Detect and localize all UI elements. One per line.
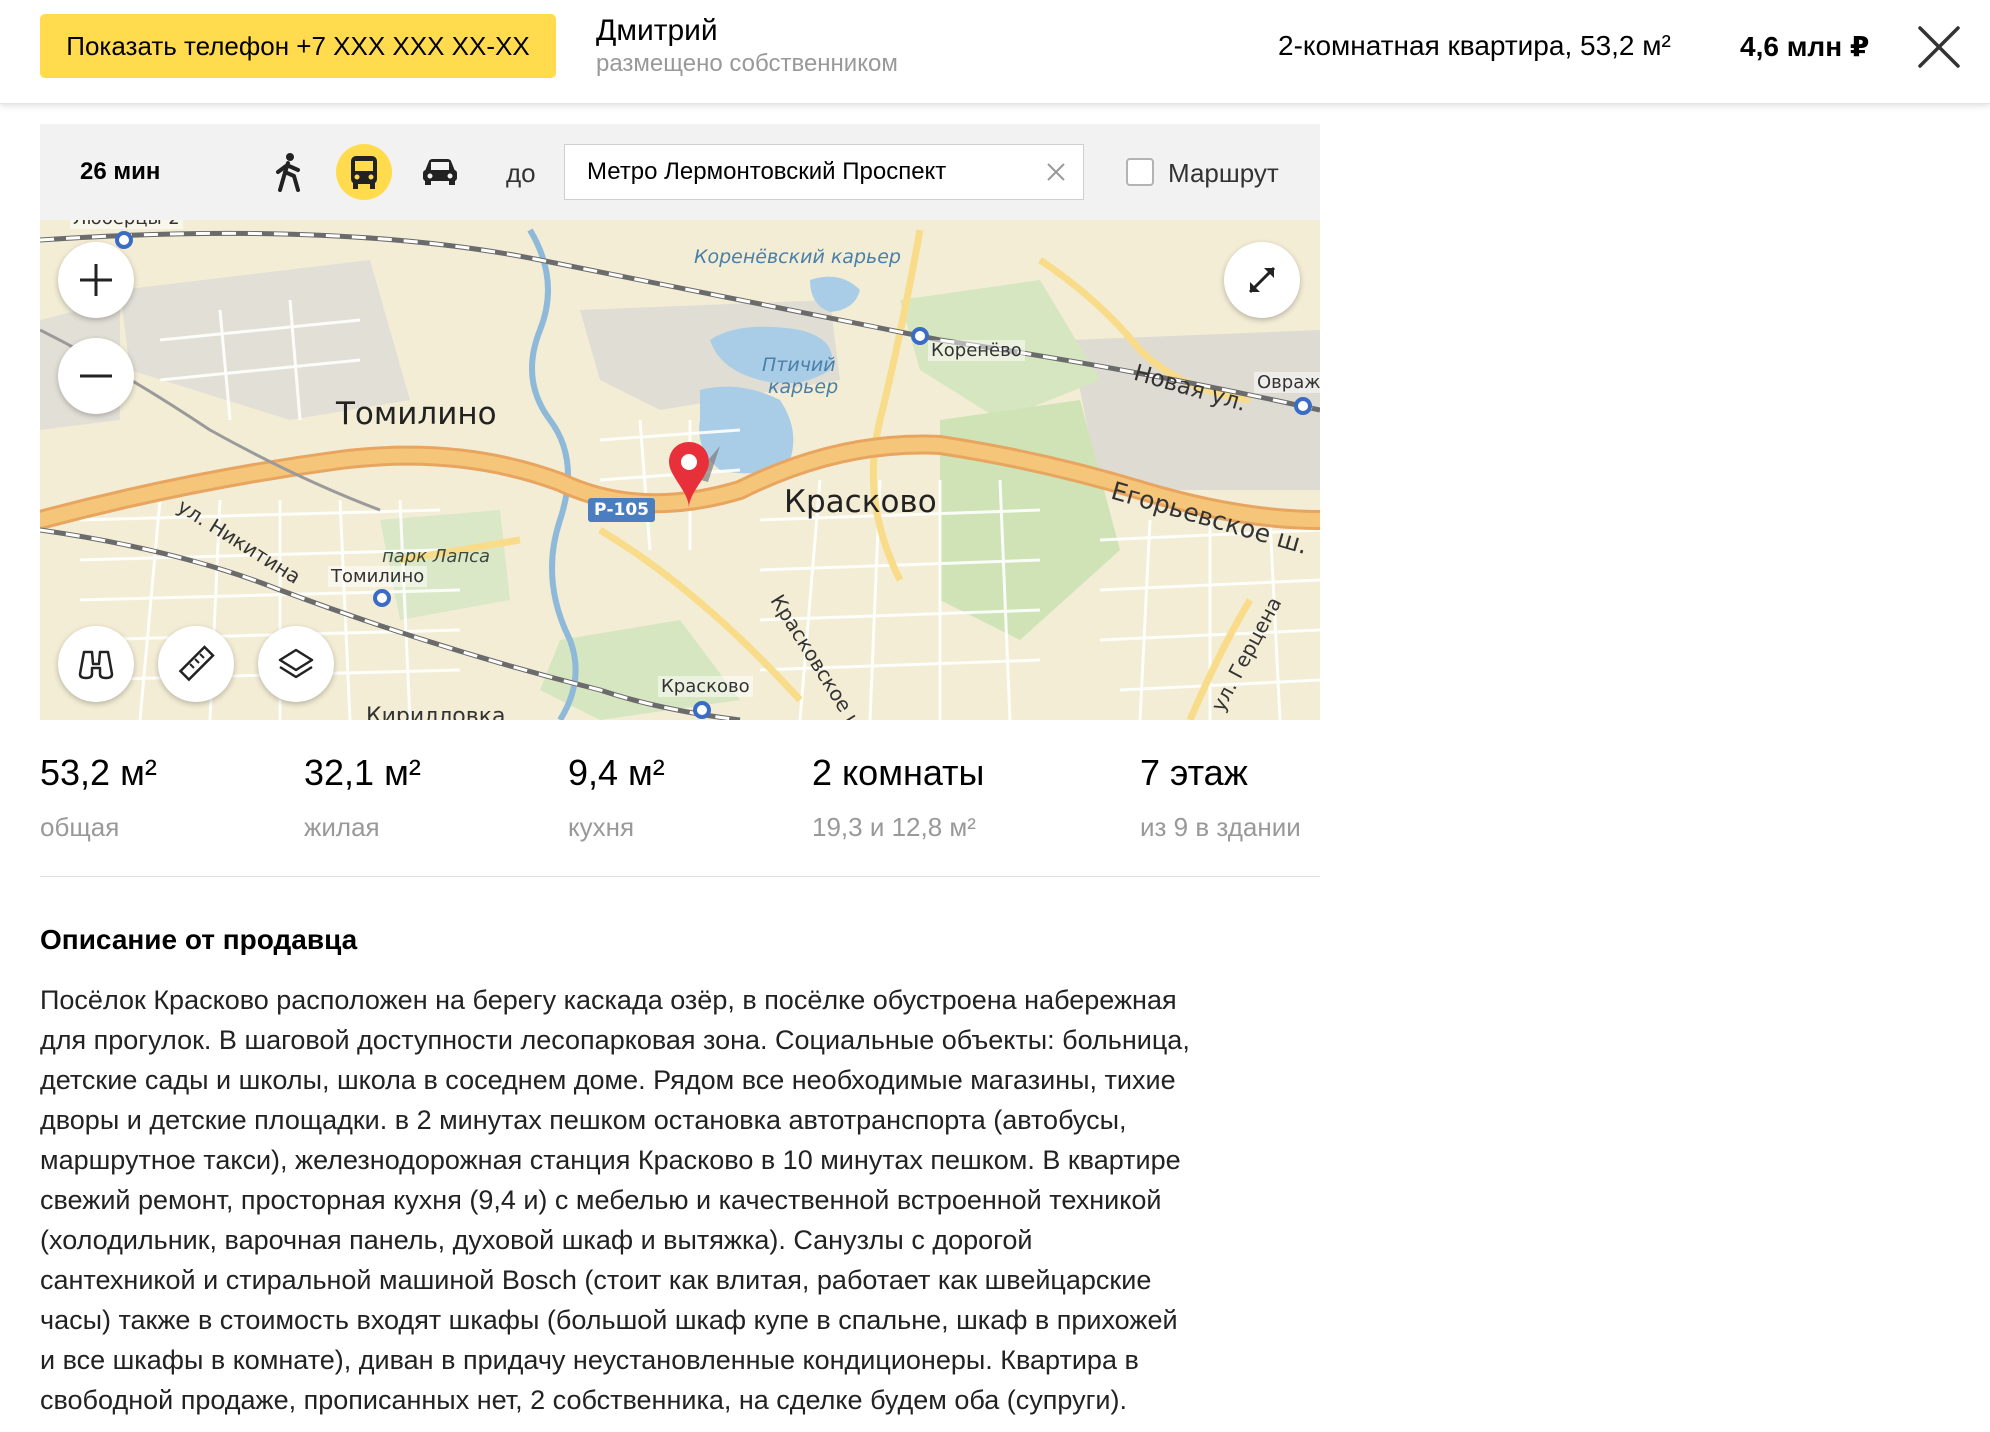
- description-line: (холодильник, варочная панель, духовой ш…: [40, 1225, 1033, 1255]
- stat-value: 2 комнаты: [812, 752, 985, 793]
- description-line: часы) также в стоимость входят шкафы (бо…: [40, 1305, 1178, 1335]
- clear-icon[interactable]: [1043, 159, 1069, 185]
- description-line: маршрутное такси), железнодорожная станц…: [40, 1145, 1181, 1175]
- seller-name: Дмитрий: [596, 14, 718, 47]
- destination-value: Метро Лермонтовский Проспект: [587, 158, 947, 185]
- description-line: сантехникой и стиральной машиной Bosch (…: [40, 1265, 1152, 1295]
- layers-icon[interactable]: [258, 626, 334, 702]
- stat-value: 32,1 м²: [304, 752, 421, 793]
- route-bar: 26 мин до Метро Лермонтовский Проспект М…: [40, 124, 1320, 220]
- route-checkbox-label[interactable]: Маршрут: [1168, 158, 1279, 189]
- description-line: для прогулок. В шаговой доступности лесо…: [40, 1025, 1190, 1055]
- map-label-tomilino-station: Томилино: [328, 566, 428, 587]
- description-line: свободной продаже, прописанных нет, 2 со…: [40, 1385, 1128, 1415]
- stat-floor: 7 этаж из 9 в здании: [1140, 752, 1301, 843]
- stat-value: 9,4 м²: [568, 752, 665, 793]
- map-label-lyubertsy: Люберцы-2: [70, 220, 183, 229]
- description-line: свежий ремонт, просторная кухня (9,4 и) …: [40, 1185, 1162, 1215]
- car-icon[interactable]: [412, 144, 468, 200]
- description-line: дворы и детские площадки. в 2 минутах пе…: [40, 1105, 1127, 1135]
- stat-rooms: 2 комнаты 19,3 и 12,8 м²: [812, 752, 984, 843]
- map-label-kirillovka: Кирилловка: [366, 704, 506, 720]
- stat-label: 19,3 и 12,8 м²: [812, 812, 976, 842]
- map-label-kraskovo-town: Красково: [784, 484, 937, 520]
- route-checkbox[interactable]: [1126, 158, 1154, 186]
- stat-label: кухня: [568, 812, 635, 842]
- stat-kitchen-area: 9,4 м² кухня: [568, 752, 665, 843]
- bus-icon[interactable]: [336, 144, 392, 200]
- map-label-korenevo: Коренёво: [928, 340, 1025, 361]
- offer-title: 2-комнатная квартира, 53,2 м²: [1278, 30, 1671, 61]
- map-label-tomilino-town: Томилино: [336, 396, 497, 432]
- stat-value: 53,2 м²: [40, 752, 157, 793]
- description-title: Описание от продавца: [40, 924, 358, 955]
- show-phone-button[interactable]: Показать телефон +7 XXX XXX XX-XX: [40, 14, 556, 78]
- map-label-korenevsky-quarry: Коренёвский карьер: [694, 246, 901, 268]
- stat-label: из 9 в здании: [1140, 812, 1301, 842]
- description-line: детские сады и школы, школа в соседнем д…: [40, 1065, 1176, 1095]
- location-pin-icon: [666, 440, 712, 515]
- close-icon[interactable]: [1916, 24, 1962, 70]
- stat-living-area: 32,1 м² жилая: [304, 752, 421, 843]
- top-bar: Показать телефон +7 XXX XXX XX-XX Дмитри…: [0, 0, 1990, 104]
- stat-label: общая: [40, 812, 120, 842]
- map-label-lapsa-park: парк Лапса: [382, 546, 491, 567]
- walk-icon[interactable]: [260, 144, 316, 200]
- fullscreen-icon[interactable]: [1224, 242, 1300, 318]
- route-time: 26 мин: [80, 158, 161, 185]
- description-text: Посёлок Красково расположен на берегу ка…: [40, 980, 1340, 1420]
- seller-note: размещено собственником: [596, 50, 898, 77]
- map-label-ptichiy-quarry: карьер: [768, 376, 839, 398]
- map[interactable]: Люберцы-2 Коренёвский карьер Коренёво Пт…: [40, 220, 1320, 720]
- stat-label: жилая: [304, 812, 380, 842]
- zoom-in-icon[interactable]: [58, 242, 134, 318]
- map-label-ptichiy: Птичий: [762, 354, 836, 376]
- stat-total-area: 53,2 м² общая: [40, 752, 157, 843]
- destination-input[interactable]: Метро Лермонтовский Проспект: [564, 144, 1084, 200]
- description-line: и все шкафы в комнате), диван в придачу …: [40, 1345, 1139, 1375]
- map-label-ovrazh: Овраж: [1254, 372, 1320, 393]
- map-label-kraskovo-station: Красково: [658, 676, 753, 697]
- divider: [40, 876, 1320, 877]
- ruler-icon[interactable]: [158, 626, 234, 702]
- offer-price: 4,6 млн ₽: [1740, 31, 1870, 62]
- road-badge-r105: Р-105: [588, 498, 656, 522]
- stat-value: 7 этаж: [1140, 752, 1248, 793]
- route-to-label: до: [506, 158, 536, 188]
- description-line: Посёлок Красково расположен на берегу ка…: [40, 985, 1177, 1015]
- binoculars-icon[interactable]: [58, 626, 134, 702]
- zoom-out-icon[interactable]: [58, 338, 134, 414]
